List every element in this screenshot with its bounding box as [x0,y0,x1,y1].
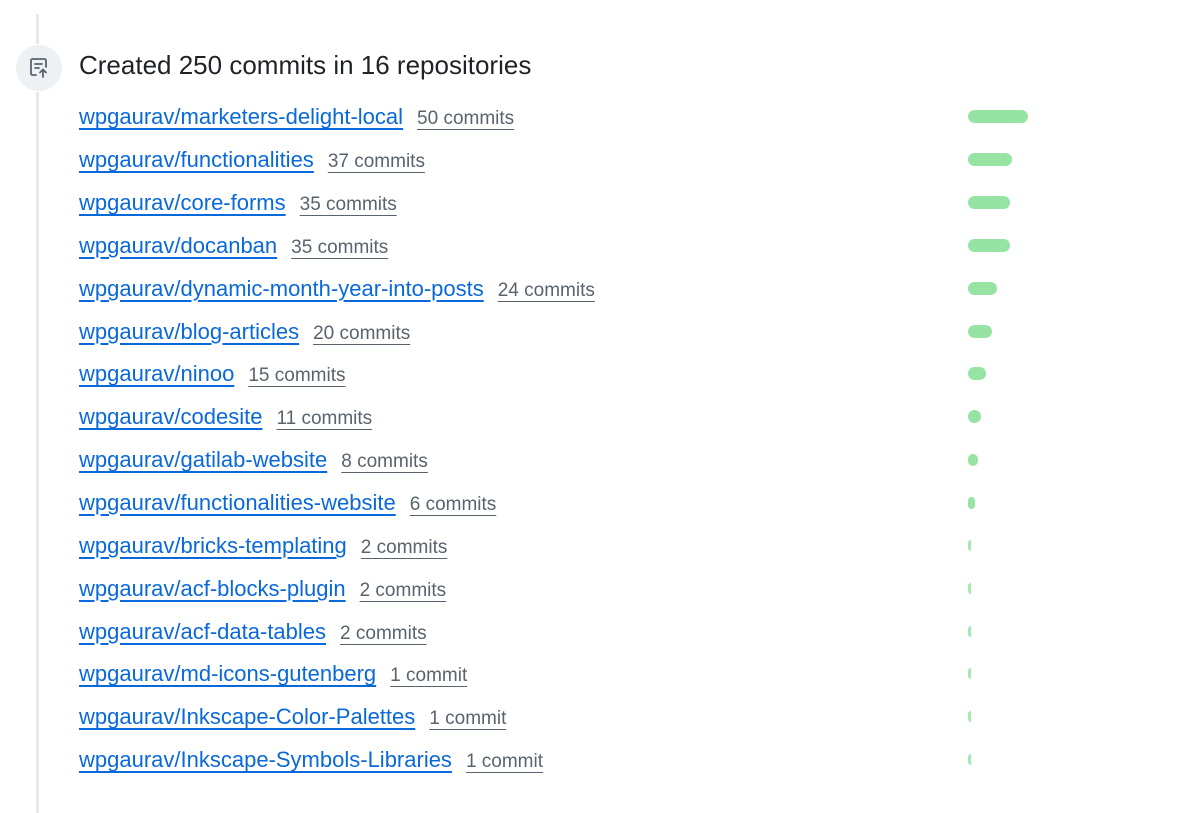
list-item: wpgaurav/blog-articles 20 commits [79,310,1139,353]
list-item: wpgaurav/acf-data-tables 2 commits [79,610,1139,653]
commit-bar [968,281,997,295]
repo-link[interactable]: wpgaurav/acf-blocks-plugin [79,575,346,603]
commit-bar [968,711,971,723]
commit-bar [968,110,1028,124]
repo-link[interactable]: wpgaurav/marketers-delight-local [79,103,403,131]
commit-count-link[interactable]: 1 commit [466,749,543,775]
commit-count-link[interactable]: 6 commits [410,492,497,518]
commit-bar [968,367,986,381]
repo-link[interactable]: wpgaurav/gatilab-website [79,446,327,474]
repo-link[interactable]: wpgaurav/Inkscape-Color-Palettes [79,703,415,731]
list-item: wpgaurav/dynamic-month-year-into-posts 24… [79,267,1139,310]
list-item: wpgaurav/marketers-delight-local 50 commi… [79,96,1139,139]
commit-bar [968,582,971,594]
repo-link[interactable]: wpgaurav/codesite [79,403,262,431]
activity-heading: Created 250 commits in 16 repositories [79,50,532,80]
commit-count-link[interactable]: 15 commits [248,363,345,389]
commit-bar [968,153,1013,167]
list-item: wpgaurav/functionalities 37 commits [79,139,1139,182]
commit-count-link[interactable]: 11 commits [276,406,372,432]
list-item: wpgaurav/codesite 11 commits [79,396,1139,439]
commit-count-link[interactable]: 1 commit [390,663,467,689]
commit-count-link[interactable]: 35 commits [300,192,397,218]
list-item: wpgaurav/md-icons-gutenberg 1 commit [79,653,1139,696]
repo-link[interactable]: wpgaurav/dynamic-month-year-into-posts [79,275,484,303]
commit-count-link[interactable]: 2 commits [360,578,447,604]
commit-bar [968,497,976,510]
list-item: wpgaurav/core-forms 35 commits [79,182,1139,225]
commit-count-link[interactable]: 24 commits [498,278,595,304]
repo-link[interactable]: wpgaurav/acf-data-tables [79,618,326,646]
commit-count-link[interactable]: 2 commits [361,535,448,561]
list-item: wpgaurav/bricks-templating 2 commits [79,524,1139,567]
commit-count-link[interactable]: 2 commits [340,621,427,647]
list-item: wpgaurav/acf-blocks-plugin 2 commits [79,567,1139,610]
list-item: wpgaurav/docanban 35 commits [79,225,1139,268]
timeline-line [36,14,39,813]
repo-link[interactable]: wpgaurav/functionalities-website [79,489,396,517]
repo-link[interactable]: wpgaurav/Inkscape-Symbols-Libraries [79,746,452,774]
repo-link[interactable]: wpgaurav/ninoo [79,360,234,388]
commit-count-link[interactable]: 35 commits [291,235,388,261]
commit-bar [968,539,971,551]
commit-count-link[interactable]: 50 commits [417,106,514,132]
commit-bar [968,668,971,680]
list-item: wpgaurav/Inkscape-Symbols-Libraries 1 com… [79,739,1139,782]
commit-count-link[interactable]: 20 commits [313,321,410,347]
repo-push-icon-badge [15,44,63,92]
repo-link[interactable]: wpgaurav/core-forms [79,189,286,217]
commit-bar [968,324,992,338]
repository-list: wpgaurav/marketers-delight-local 50 commi… [79,96,1139,782]
list-item: wpgaurav/Inkscape-Color-Palettes 1 commit [79,696,1139,739]
repo-push-icon [30,58,47,78]
list-item: wpgaurav/functionalities-website 6 commit… [79,482,1139,525]
commit-bar [968,196,1010,210]
repo-link[interactable]: wpgaurav/functionalities [79,146,314,174]
commit-bar [968,625,971,637]
repo-link[interactable]: wpgaurav/docanban [79,232,277,260]
commit-bar [968,754,971,766]
commit-bar [968,454,978,467]
commit-count-link[interactable]: 1 commit [429,706,506,732]
repo-link[interactable]: wpgaurav/bricks-templating [79,532,347,560]
list-item: wpgaurav/ninoo 15 commits [79,353,1139,396]
commit-count-link[interactable]: 8 commits [341,449,428,475]
commit-bar [968,410,982,424]
repo-link[interactable]: wpgaurav/md-icons-gutenberg [79,660,376,688]
commit-count-link[interactable]: 37 commits [328,149,425,175]
list-item: wpgaurav/gatilab-website 8 commits [79,439,1139,482]
commit-bar [968,238,1010,252]
repo-link[interactable]: wpgaurav/blog-articles [79,318,299,346]
